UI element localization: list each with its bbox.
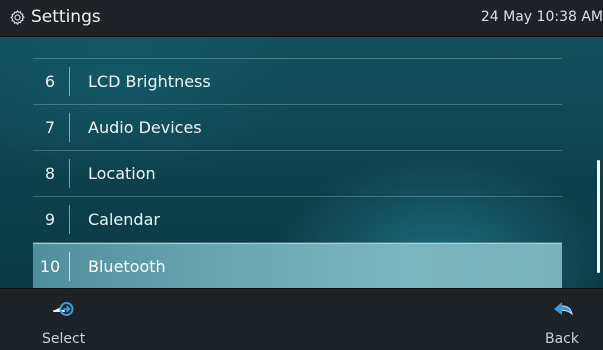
page-title: Settings bbox=[31, 7, 101, 27]
select-label: Select bbox=[42, 331, 86, 347]
phone-screen: Settings 24 May 10:38 AM 6 LCD Brightnes… bbox=[0, 0, 603, 350]
scrollbar-thumb[interactable] bbox=[597, 160, 600, 273]
menu-item-calendar[interactable]: 9 Calendar bbox=[33, 197, 562, 243]
settings-list-area: 6 LCD Brightness 7 Audio Devices 8 Locat… bbox=[0, 37, 603, 288]
select-arrow-icon bbox=[53, 302, 74, 316]
gear-icon bbox=[10, 10, 25, 25]
back-label: Back bbox=[545, 331, 579, 347]
menu-item-number: 9 bbox=[44, 210, 56, 229]
menu-item-divider bbox=[69, 113, 70, 142]
menu-item-number: 10 bbox=[39, 257, 61, 276]
menu-item-label: Location bbox=[88, 164, 156, 183]
menu-item-audio-devices[interactable]: 7 Audio Devices bbox=[33, 105, 562, 151]
menu-item-location[interactable]: 8 Location bbox=[33, 151, 562, 197]
menu-item-divider bbox=[69, 252, 70, 281]
header-bar: Settings 24 May 10:38 AM bbox=[0, 0, 603, 37]
menu-item-number: 7 bbox=[44, 118, 56, 137]
menu-item-divider bbox=[69, 205, 70, 234]
menu-item-number: 6 bbox=[44, 72, 56, 91]
menu-item-label: Audio Devices bbox=[88, 118, 202, 137]
menu-item-label: Calendar bbox=[88, 210, 160, 229]
menu-item-divider bbox=[69, 159, 70, 188]
menu-item-number: 8 bbox=[44, 164, 56, 183]
softkey-bar: Select Back bbox=[0, 288, 603, 350]
back-arrow-icon bbox=[554, 302, 573, 316]
menu-item-label: LCD Brightness bbox=[88, 72, 211, 91]
menu-item-divider bbox=[69, 67, 70, 96]
select-softkey[interactable]: Select bbox=[0, 289, 85, 350]
date-time: 24 May 10:38 AM bbox=[480, 9, 603, 25]
menu-item-label: Bluetooth bbox=[88, 257, 166, 276]
menu-item-bluetooth[interactable]: 10 Bluetooth bbox=[33, 243, 562, 288]
list-top-spacer bbox=[33, 37, 562, 59]
back-softkey[interactable]: Back bbox=[523, 289, 603, 350]
settings-menu-list: 6 LCD Brightness 7 Audio Devices 8 Locat… bbox=[33, 37, 562, 288]
menu-item-lcd-brightness[interactable]: 6 LCD Brightness bbox=[33, 59, 562, 105]
